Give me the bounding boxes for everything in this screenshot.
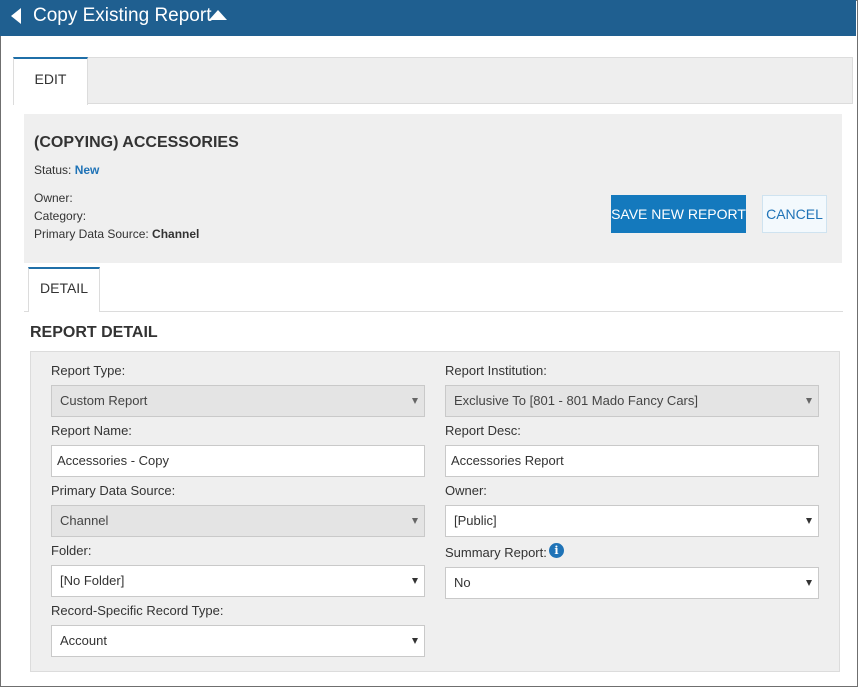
folder-label: Folder: [51, 543, 92, 558]
owner-field-label: Owner: [445, 483, 487, 498]
primary-data-source-value: Channel [60, 513, 109, 528]
report-desc-value: Accessories Report [451, 453, 564, 468]
owner-label: Owner: [34, 191, 73, 205]
tab-detail[interactable]: DETAIL [28, 267, 100, 312]
caret-down-icon [806, 580, 812, 586]
primary-source-row: Primary Data Source: Channel [34, 227, 199, 241]
summary-report-value: No [454, 575, 471, 590]
status-label: Status: [34, 163, 72, 177]
section-title: REPORT DETAIL [30, 324, 158, 341]
record-type-label: Record-Specific Record Type: [51, 603, 224, 618]
chevron-left-icon[interactable] [11, 8, 21, 24]
report-desc-label: Report Desc: [445, 423, 521, 438]
cancel-button[interactable]: CANCEL [762, 195, 827, 233]
page-title: Copy Existing Report [33, 5, 212, 26]
tab-bar [13, 57, 853, 104]
owner-value: [Public] [454, 513, 497, 528]
status-badge: New [74, 163, 100, 177]
info-icon[interactable]: i [549, 543, 564, 558]
primary-source-label: Primary Data Source: [34, 227, 149, 241]
save-new-report-button[interactable]: SAVE NEW REPORT [611, 195, 746, 233]
caret-up-icon[interactable] [209, 10, 227, 20]
primary-source-value: Channel [152, 227, 200, 241]
report-summary-panel: (COPYING) ACCESSORIES Status: New Owner:… [24, 114, 842, 263]
caret-down-icon [412, 638, 418, 644]
report-institution-select[interactable]: Exclusive To [801 - 801 Mado Fancy Cars] [445, 385, 819, 417]
folder-value: [No Folder] [60, 573, 125, 588]
report-name-value: Accessories - Copy [57, 453, 169, 468]
primary-data-source-select[interactable]: Channel [51, 505, 425, 537]
report-type-value: Custom Report [60, 393, 148, 408]
category-label: Category: [34, 209, 87, 223]
primary-data-source-label: Primary Data Source: [51, 483, 176, 498]
caret-down-icon [412, 518, 418, 524]
report-type-label: Report Type: [51, 363, 126, 378]
caret-down-icon [806, 398, 812, 404]
report-institution-label: Report Institution: [445, 363, 547, 378]
summary-report-select[interactable]: No [445, 567, 819, 599]
record-type-select[interactable]: Account [51, 625, 425, 657]
caret-down-icon [412, 578, 418, 584]
report-desc-input[interactable]: Accessories Report [445, 445, 819, 477]
report-type-select[interactable]: Custom Report [51, 385, 425, 417]
caret-down-icon [806, 518, 812, 524]
record-type-value: Account [60, 633, 107, 648]
owner-select[interactable]: [Public] [445, 505, 819, 537]
report-institution-value: Exclusive To [801 - 801 Mado Fancy Cars] [454, 393, 698, 408]
report-name-label: Report Name: [51, 423, 132, 438]
report-name-input[interactable]: Accessories - Copy [51, 445, 425, 477]
tab-edit[interactable]: EDIT [13, 57, 88, 105]
report-title: (COPYING) ACCESSORIES [34, 134, 239, 151]
tab-divider [100, 311, 843, 312]
folder-select[interactable]: [No Folder] [51, 565, 425, 597]
summary-report-label: Summary Report: [445, 545, 547, 560]
status-row: Status: New [34, 163, 99, 177]
caret-down-icon [412, 398, 418, 404]
page-header: Copy Existing Report [0, 0, 856, 36]
